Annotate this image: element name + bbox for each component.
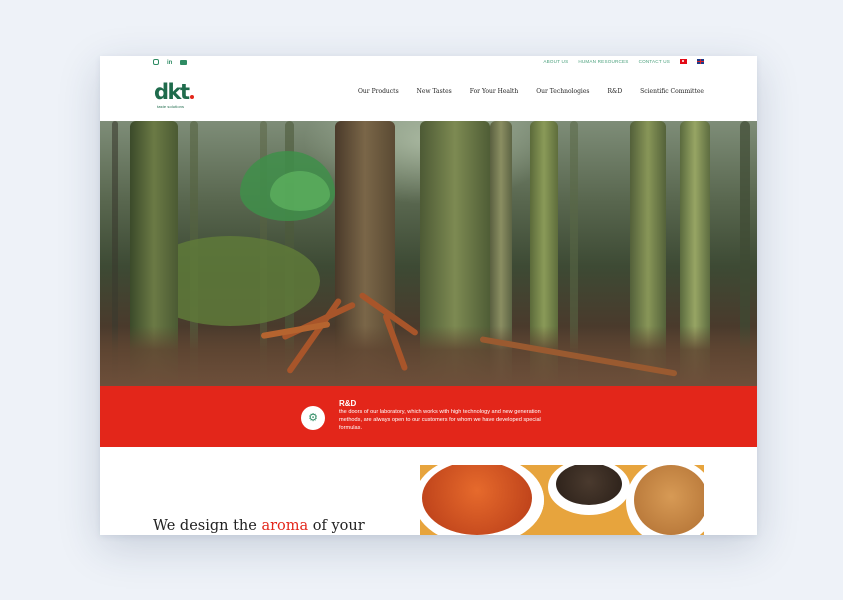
- about-us-link[interactable]: ABOUT US: [543, 59, 568, 64]
- gear-flask-icon: ⚙: [301, 406, 325, 430]
- headline-text-2: of your: [308, 518, 365, 534]
- logo-wordmark: dkt: [154, 80, 190, 104]
- contact-us-link[interactable]: CONTACT US: [639, 59, 670, 64]
- nav-new-tastes[interactable]: New Tastes: [417, 88, 452, 95]
- nav-scientific-committee[interactable]: Scientific Committee: [640, 88, 704, 95]
- turkish-flag-icon[interactable]: [680, 59, 687, 64]
- main-navigation: Our Products New Tastes For Your Health …: [358, 88, 704, 95]
- nav-our-products[interactable]: Our Products: [358, 88, 399, 95]
- browser-page: in ABOUT US HUMAN RESOURCES CONTACT US d…: [100, 56, 757, 535]
- banner-description: the doors of our laboratory, which works…: [339, 409, 541, 431]
- utility-links: ABOUT US HUMAN RESOURCES CONTACT US: [543, 59, 704, 64]
- top-utility-bar: in ABOUT US HUMAN RESOURCES CONTACT US: [100, 56, 757, 70]
- logo-tagline: taste solutions: [157, 104, 185, 109]
- hero-forest-image: [100, 121, 757, 386]
- linkedin-icon[interactable]: in: [167, 59, 172, 67]
- site-logo[interactable]: dkt taste solutions: [154, 82, 194, 109]
- social-links: in: [153, 59, 188, 67]
- human-resources-link[interactable]: HUMAN RESOURCES: [578, 59, 628, 64]
- youtube-icon[interactable]: [180, 60, 188, 65]
- banner-title: R&D: [339, 399, 357, 408]
- instagram-icon[interactable]: [153, 59, 159, 65]
- headline-text-1: We design the: [153, 518, 262, 534]
- logo-dot: [189, 95, 194, 99]
- rnd-banner: ⚙ R&D the doors of our laboratory, which…: [100, 386, 757, 447]
- nav-rnd[interactable]: R&D: [607, 88, 622, 95]
- nav-our-technologies[interactable]: Our Technologies: [536, 88, 589, 95]
- nav-for-your-health[interactable]: For Your Health: [470, 88, 518, 95]
- section-headline: We design the aroma of your: [153, 518, 365, 534]
- english-flag-icon[interactable]: [697, 59, 704, 64]
- headline-accent: aroma: [261, 518, 309, 534]
- spices-image: [420, 465, 704, 535]
